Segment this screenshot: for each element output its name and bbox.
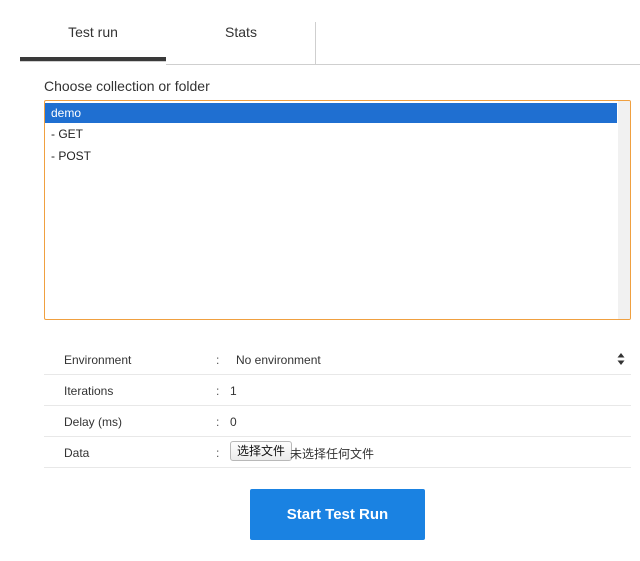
active-tab-indicator	[20, 57, 166, 61]
iterations-row: Iterations : 1	[44, 375, 631, 406]
file-status-text: 未选择任何文件	[290, 447, 375, 461]
start-test-run-button[interactable]: Start Test Run	[250, 489, 425, 540]
delay-row: Delay (ms) : 0	[44, 406, 631, 437]
iterations-colon: :	[216, 384, 220, 398]
tab-test-run-label: Test run	[68, 24, 118, 40]
list-item-get[interactable]: - GET	[45, 124, 617, 144]
tab-baseline-left	[20, 61, 166, 62]
listbox-scrollbar[interactable]	[618, 101, 630, 319]
iterations-label: Iterations	[64, 384, 114, 398]
data-row: Data : 选择文件 未选择任何文件	[44, 437, 631, 468]
list-item-post[interactable]: - POST	[45, 146, 617, 166]
delay-value[interactable]: 0	[230, 415, 237, 429]
sort-icon	[617, 353, 625, 365]
tab-baseline	[166, 64, 640, 65]
tab-stats-label: Stats	[225, 24, 257, 40]
tab-test-run[interactable]: Test run	[20, 0, 166, 60]
tab-bar: Test run Stats	[0, 0, 640, 66]
collection-listbox[interactable]: demo - GET - POST	[44, 100, 631, 320]
delay-label: Delay (ms)	[64, 415, 123, 429]
tab-divider	[315, 22, 316, 64]
runner-page: Test run Stats Choose collection or fold…	[0, 0, 640, 561]
tab-stats[interactable]: Stats	[166, 0, 316, 60]
environment-value: No environment	[236, 353, 321, 367]
iterations-value[interactable]: 1	[230, 384, 237, 398]
chooser-label: Choose collection or folder	[44, 78, 210, 94]
environment-select[interactable]: No environment	[224, 348, 631, 370]
data-label: Data	[64, 446, 90, 460]
environment-label: Environment	[64, 353, 132, 367]
settings-table: Environment : No environment Iterations …	[44, 344, 631, 468]
environment-row: Environment : No environment	[44, 344, 631, 375]
data-colon: :	[216, 446, 220, 460]
environment-colon: :	[216, 353, 220, 367]
list-item-demo[interactable]: demo	[45, 103, 617, 123]
choose-file-button[interactable]: 选择文件	[230, 441, 293, 461]
delay-colon: :	[216, 415, 220, 429]
